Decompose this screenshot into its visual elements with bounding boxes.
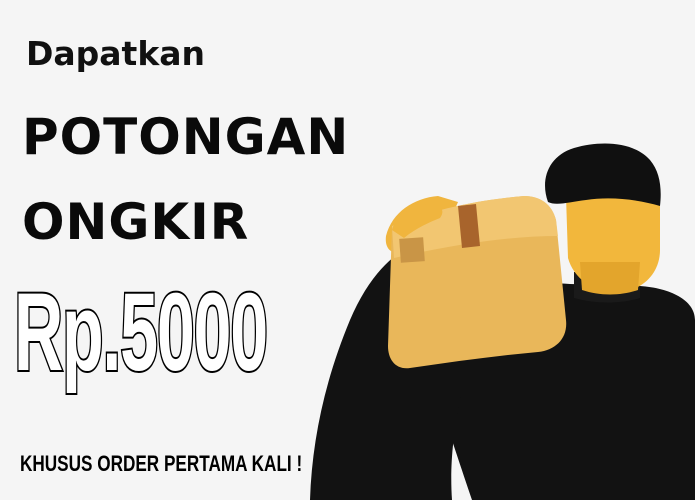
promo-price: Rp.5000 (13, 269, 270, 396)
promo-note: KHUSUS ORDER PERTAMA KALI ! (20, 451, 303, 476)
promo-headline-line2: ONGKIR (22, 193, 250, 251)
promo-headline-line1: POTONGAN (22, 108, 350, 166)
promo-intro: Dapatkan (26, 34, 206, 73)
promo-banner: Dapatkan POTONGAN ONGKIR Rp.5000 KHUSUS … (0, 0, 695, 500)
box-label (399, 237, 425, 263)
courier-neck-skin (580, 262, 640, 295)
cap-icon (545, 143, 661, 206)
